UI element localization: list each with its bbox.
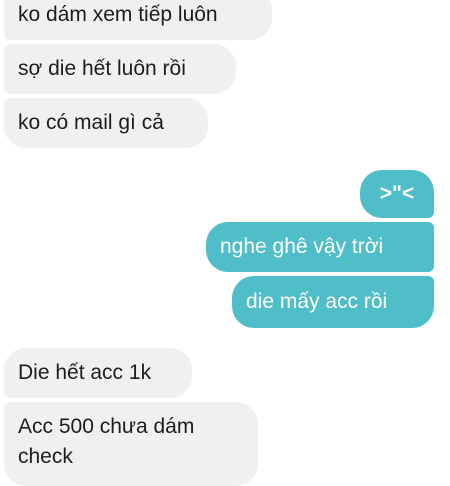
- outgoing-message[interactable]: >"<: [360, 170, 434, 218]
- message-text: ko có mail gì cả: [18, 111, 164, 134]
- message-text: >"<: [379, 182, 415, 205]
- incoming-message[interactable]: ko dám xem tiếp luôn: [4, 0, 272, 40]
- incoming-message[interactable]: Acc 500 chưa dám check: [4, 402, 258, 486]
- message-text: ko dám xem tiếp luôn: [18, 3, 218, 26]
- message-text: die mấy acc rồi: [246, 290, 388, 313]
- incoming-message[interactable]: sợ die hết luôn rồi: [4, 44, 236, 94]
- message-text: nghe ghê vậy trời: [220, 235, 384, 258]
- message-text: Die hết acc 1k: [18, 361, 152, 384]
- outgoing-message[interactable]: nghe ghê vậy trời: [206, 222, 434, 272]
- incoming-message[interactable]: Die hết acc 1k: [4, 348, 192, 398]
- message-text: Acc 500 chưa dám check: [18, 415, 195, 468]
- outgoing-message[interactable]: die mấy acc rồi: [232, 276, 434, 328]
- message-text: sợ die hết luôn rồi: [18, 57, 186, 80]
- incoming-message[interactable]: ko có mail gì cả: [4, 98, 208, 148]
